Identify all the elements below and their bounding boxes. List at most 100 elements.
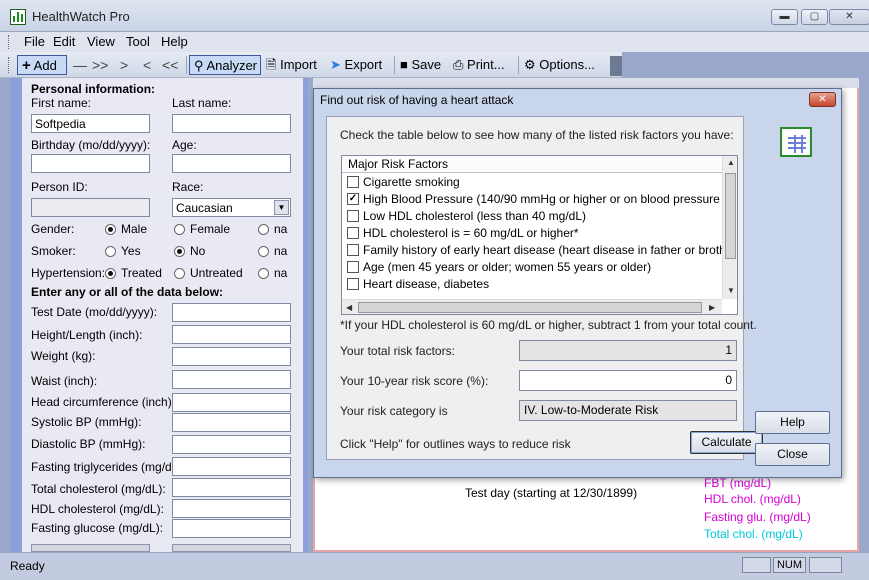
- gender-na-radio[interactable]: [258, 224, 269, 235]
- factor-label: HDL cholesterol is = 60 mg/dL or higher*: [363, 226, 579, 240]
- left-panel-button-1[interactable]: [31, 544, 150, 552]
- list-item[interactable]: Cigarette smoking: [342, 174, 722, 191]
- smoker-no-radio[interactable]: [174, 246, 185, 257]
- list-horizontal-scrollbar[interactable]: ◀ ▶: [342, 299, 722, 314]
- previous-record-button[interactable]: <: [143, 55, 151, 75]
- total-risk-label: Your total risk factors:: [340, 344, 455, 358]
- factor-checkbox[interactable]: [347, 227, 359, 239]
- hypertension-na-label: na: [274, 266, 288, 280]
- scroll-left-icon[interactable]: ◀: [346, 303, 352, 312]
- status-caps-indicator: [742, 557, 771, 573]
- previous-page-button[interactable]: <<: [162, 55, 178, 75]
- calculate-button[interactable]: Calculate: [690, 431, 763, 454]
- head-circumference-field[interactable]: [172, 393, 291, 412]
- factor-checkbox[interactable]: ✓: [347, 193, 359, 205]
- hypertension-untreated-radio[interactable]: [174, 268, 185, 279]
- legend-total-cholesterol: Total chol. (mg/dL): [704, 527, 803, 541]
- factor-checkbox[interactable]: [347, 210, 359, 222]
- options-button[interactable]: ⚙ Options...: [524, 55, 595, 75]
- menu-help[interactable]: Help: [161, 34, 188, 49]
- diastolic-bp-field[interactable]: [172, 435, 291, 454]
- save-label: Save: [411, 57, 442, 72]
- minimize-button[interactable]: ▬: [771, 9, 798, 25]
- race-select[interactable]: Caucasian ▼: [172, 198, 291, 217]
- print-button[interactable]: ⎙ Print...: [453, 55, 505, 75]
- gender-male-radio[interactable]: [105, 224, 116, 235]
- list-item[interactable]: Heart disease, diabetes: [342, 276, 722, 293]
- smoker-yes-radio[interactable]: [105, 246, 116, 257]
- factor-checkbox[interactable]: [347, 244, 359, 256]
- weight-field[interactable]: [172, 347, 291, 366]
- close-window-button[interactable]: ✕: [829, 9, 869, 25]
- analyzer-button[interactable]: ⚲ Analyzer: [189, 55, 261, 75]
- menu-file[interactable]: File: [24, 34, 45, 49]
- chart-tabs-bar: [313, 78, 859, 88]
- status-text: Ready: [10, 559, 45, 573]
- factor-checkbox[interactable]: [347, 278, 359, 290]
- help-button[interactable]: Help: [755, 411, 830, 434]
- legend-hdl: HDL chol. (mg/dL): [704, 492, 801, 506]
- height-field[interactable]: [172, 325, 291, 344]
- hypertension-na-radio[interactable]: [258, 268, 269, 279]
- vertical-scroll-thumb[interactable]: [725, 173, 736, 259]
- gender-female-radio[interactable]: [174, 224, 185, 235]
- menu-edit[interactable]: Edit: [53, 34, 75, 49]
- last-name-field[interactable]: [172, 114, 291, 133]
- fasting-glucose-label: Fasting glucose (mg/dL):: [31, 521, 164, 535]
- risk-category-value: IV. Low-to-Moderate Risk: [519, 400, 737, 421]
- close-button[interactable]: Close: [755, 443, 830, 466]
- risk-factor-list[interactable]: Major Risk Factors Cigarette smoking ✓ H…: [341, 155, 738, 315]
- list-item[interactable]: Family history of early heart disease (h…: [342, 242, 737, 259]
- risk-category-label: Your risk category is: [340, 404, 448, 418]
- export-button[interactable]: ➤ Export: [330, 55, 382, 75]
- menu-tool[interactable]: Tool: [126, 34, 150, 49]
- next-page-button[interactable]: >>: [92, 55, 108, 75]
- dialog-close-x-button[interactable]: ✕: [809, 92, 836, 107]
- waist-field[interactable]: [172, 370, 291, 389]
- person-id-field[interactable]: [31, 198, 150, 217]
- scroll-right-icon[interactable]: ▶: [709, 303, 715, 312]
- triglycerides-field[interactable]: [172, 457, 291, 476]
- factor-checkbox[interactable]: [347, 176, 359, 188]
- list-item[interactable]: Low HDL cholesterol (less than 40 mg/dL): [342, 208, 722, 225]
- list-item[interactable]: HDL cholesterol is = 60 mg/dL or higher*: [342, 225, 722, 242]
- list-item[interactable]: Age (men 45 years or older; women 55 yea…: [342, 259, 722, 276]
- first-name-field[interactable]: Softpedia: [31, 114, 150, 133]
- list-column-header[interactable]: Major Risk Factors: [342, 156, 722, 173]
- scroll-down-icon[interactable]: ▼: [727, 286, 735, 295]
- toolbar-grip: [8, 57, 11, 73]
- maximize-button[interactable]: ▢: [801, 9, 828, 25]
- dialog-title: Find out risk of having a heart attack: [320, 93, 514, 107]
- head-circumference-label: Head circumference (inch):: [31, 395, 176, 409]
- save-button[interactable]: ■ Save: [400, 55, 441, 75]
- next-record-button[interactable]: >: [120, 55, 128, 75]
- horizontal-scroll-thumb[interactable]: [358, 302, 702, 313]
- import-button[interactable]: 🗎 Import: [266, 55, 317, 75]
- total-cholesterol-field[interactable]: [172, 478, 291, 497]
- chevron-down-icon[interactable]: ▼: [274, 200, 289, 215]
- heart-attack-risk-dialog: Find out risk of having a heart attack ✕…: [313, 88, 842, 478]
- diastolic-bp-label: Diastolic BP (mmHg):: [31, 437, 146, 451]
- list-vertical-scrollbar[interactable]: ▲ ▼: [722, 156, 737, 299]
- left-panel-button-2[interactable]: [172, 544, 291, 552]
- toolbar-overflow-button[interactable]: [610, 56, 622, 76]
- legend-fbt: FBT (mg/dL): [704, 476, 772, 490]
- list-item[interactable]: ✓ High Blood Pressure (140/90 mmHg or hi…: [342, 191, 737, 208]
- data-entry-header: Enter any or all of the data below:: [31, 285, 224, 299]
- birthday-field[interactable]: [31, 154, 150, 173]
- factor-checkbox[interactable]: [347, 261, 359, 273]
- test-date-field[interactable]: [172, 303, 291, 322]
- first-record-button[interactable]: —: [73, 55, 87, 75]
- hdl-cholesterol-field[interactable]: [172, 499, 291, 518]
- calculator-table-icon: [780, 127, 812, 157]
- age-field[interactable]: [172, 154, 291, 173]
- factor-label: Low HDL cholesterol (less than 40 mg/dL): [363, 209, 586, 223]
- scroll-up-icon[interactable]: ▲: [727, 158, 735, 167]
- systolic-bp-field[interactable]: [172, 413, 291, 432]
- add-button[interactable]: + Add: [17, 55, 67, 75]
- menu-view[interactable]: View: [87, 34, 115, 49]
- status-bar: Ready NUM: [0, 552, 869, 580]
- fasting-glucose-field[interactable]: [172, 519, 291, 538]
- smoker-na-radio[interactable]: [258, 246, 269, 257]
- hypertension-treated-radio[interactable]: [105, 268, 116, 279]
